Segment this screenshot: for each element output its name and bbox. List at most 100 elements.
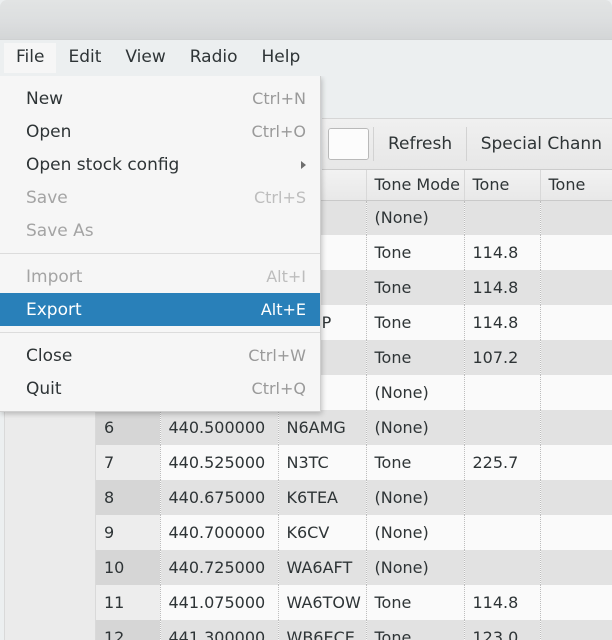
table-row[interactable]: 11 441.075000 WA6TOW Tone 114.8 <box>96 585 612 620</box>
table-row[interactable]: 6 440.500000 N6AMG (None) <box>96 410 612 445</box>
menubar: File Edit View Radio Help <box>0 40 612 76</box>
cell-tone-mode[interactable]: Tone <box>366 270 465 305</box>
menu-item-close[interactable]: Close Ctrl+W <box>0 339 320 372</box>
chevron-right-icon <box>301 160 306 169</box>
menubar-item-help[interactable]: Help <box>250 43 313 73</box>
channel-spin-input[interactable] <box>329 129 369 159</box>
table-row[interactable]: 10 440.725000 WA6AFT (None) <box>96 550 612 585</box>
cell-frequency[interactable]: 440.525000 <box>160 445 279 480</box>
refresh-button[interactable]: Refresh <box>378 128 462 160</box>
cell-frequency[interactable]: 441.300000 <box>160 620 279 640</box>
cell-tone2[interactable] <box>540 585 612 620</box>
cell-tone[interactable] <box>464 480 541 515</box>
menu-item-label: Save As <box>26 220 94 241</box>
column-header-tone-mode[interactable]: Tone Mode <box>366 170 465 201</box>
column-header-tone[interactable]: Tone <box>464 170 541 201</box>
cell-tone-mode[interactable]: (None) <box>366 515 465 550</box>
cell-name[interactable]: N6AMG <box>278 410 367 445</box>
cell-tone2[interactable] <box>540 270 612 305</box>
cell-tone-mode[interactable]: (None) <box>366 200 465 235</box>
file-dropdown-menu[interactable]: New Ctrl+N Open Ctrl+O Open stock config Save… <box>0 76 321 412</box>
cell-name[interactable]: N3TC <box>278 445 367 480</box>
cell-tone2[interactable] <box>540 235 612 270</box>
cell-tone[interactable] <box>464 410 541 445</box>
cell-frequency[interactable]: 441.075000 <box>160 585 279 620</box>
table-row[interactable]: 12 441.300000 WB6ECE Tone 123.0 <box>96 620 612 640</box>
menubar-item-file[interactable]: File <box>4 43 57 73</box>
cell-tone[interactable] <box>464 515 541 550</box>
cell-tone[interactable]: 107.2 <box>464 340 541 375</box>
menu-item-label: Import <box>26 266 83 287</box>
cell-index[interactable]: 11 <box>96 585 161 620</box>
special-channels-button[interactable]: Special Chann <box>471 128 612 160</box>
column-header-tone2[interactable]: Tone <box>540 170 612 201</box>
cell-tone2[interactable] <box>540 550 612 585</box>
menu-item-shortcut: Ctrl+N <box>252 89 306 108</box>
cell-tone-mode[interactable]: Tone <box>366 235 465 270</box>
cell-tone[interactable]: 114.8 <box>464 235 541 270</box>
cell-tone[interactable] <box>464 200 541 235</box>
cell-index[interactable]: 7 <box>96 445 161 480</box>
cell-tone-mode[interactable]: (None) <box>366 410 465 445</box>
menu-item-save-as: Save As <box>0 214 320 247</box>
cell-tone[interactable]: 123.0 <box>464 620 541 640</box>
cell-index[interactable]: 10 <box>96 550 161 585</box>
cell-tone2[interactable] <box>540 445 612 480</box>
cell-name[interactable]: K6TEA <box>278 480 367 515</box>
cell-index[interactable]: 12 <box>96 620 161 640</box>
channel-spinbox[interactable]: ▲ ▼ <box>328 128 370 160</box>
menu-item-quit[interactable]: Quit Ctrl+Q <box>0 372 320 405</box>
cell-tone[interactable]: 114.8 <box>464 270 541 305</box>
menu-item-shortcut: Ctrl+W <box>248 346 306 365</box>
cell-tone2[interactable] <box>540 480 612 515</box>
cell-tone-mode[interactable]: Tone <box>366 340 465 375</box>
table-row[interactable]: 9 440.700000 K6CV (None) <box>96 515 612 550</box>
cell-name[interactable]: K6CV <box>278 515 367 550</box>
cell-tone[interactable]: 114.8 <box>464 305 541 340</box>
menu-item-new[interactable]: New Ctrl+N <box>0 82 320 115</box>
table-row[interactable]: 7 440.525000 N3TC Tone 225.7 <box>96 445 612 480</box>
menu-item-shortcut: Ctrl+S <box>253 188 306 207</box>
menubar-item-radio[interactable]: Radio <box>178 43 250 73</box>
cell-tone-mode[interactable]: Tone <box>366 585 465 620</box>
cell-name[interactable]: WA6TOW <box>278 585 367 620</box>
cell-tone-mode[interactable]: (None) <box>366 550 465 585</box>
cell-tone2[interactable] <box>540 515 612 550</box>
cell-tone-mode[interactable]: Tone <box>366 620 465 640</box>
menu-item-shortcut: Alt+I <box>266 267 306 286</box>
cell-frequency[interactable]: 440.700000 <box>160 515 279 550</box>
cell-tone-mode[interactable]: (None) <box>366 480 465 515</box>
menubar-item-edit[interactable]: Edit <box>56 43 113 73</box>
cell-tone-mode[interactable]: Tone <box>366 305 465 340</box>
cell-tone2[interactable] <box>540 410 612 445</box>
cell-tone[interactable] <box>464 550 541 585</box>
cell-tone2[interactable] <box>540 305 612 340</box>
cell-tone[interactable] <box>464 375 541 410</box>
cell-tone2[interactable] <box>540 620 612 640</box>
cell-tone-mode[interactable]: (None) <box>366 375 465 410</box>
cell-tone[interactable]: 225.7 <box>464 445 541 480</box>
cell-frequency[interactable]: 440.675000 <box>160 480 279 515</box>
cell-frequency[interactable]: 440.725000 <box>160 550 279 585</box>
cell-tone-mode[interactable]: Tone <box>366 445 465 480</box>
menu-item-export[interactable]: Export Alt+E <box>0 293 320 326</box>
cell-index[interactable]: 8 <box>96 480 161 515</box>
cell-tone2[interactable] <box>540 340 612 375</box>
menu-item-shortcut: Alt+E <box>260 300 306 319</box>
cell-frequency[interactable]: 440.500000 <box>160 410 279 445</box>
menu-item-open-stock-config[interactable]: Open stock config <box>0 148 320 181</box>
cell-tone[interactable]: 114.8 <box>464 585 541 620</box>
cell-index[interactable]: 9 <box>96 515 161 550</box>
toolbar: ▲ ▼ Refresh Special Chann <box>322 118 612 170</box>
menu-separator <box>0 253 320 254</box>
cell-name[interactable]: WB6ECE <box>278 620 367 640</box>
menu-item-open[interactable]: Open Ctrl+O <box>0 115 320 148</box>
cell-tone2[interactable] <box>540 375 612 410</box>
cell-name[interactable]: WA6AFT <box>278 550 367 585</box>
cell-index[interactable]: 6 <box>96 410 161 445</box>
cell-tone2[interactable] <box>540 200 612 235</box>
menubar-item-view[interactable]: View <box>113 43 177 73</box>
menu-item-shortcut: Ctrl+Q <box>251 379 306 398</box>
table-row[interactable]: 8 440.675000 K6TEA (None) <box>96 480 612 515</box>
menu-item-import: Import Alt+I <box>0 260 320 293</box>
